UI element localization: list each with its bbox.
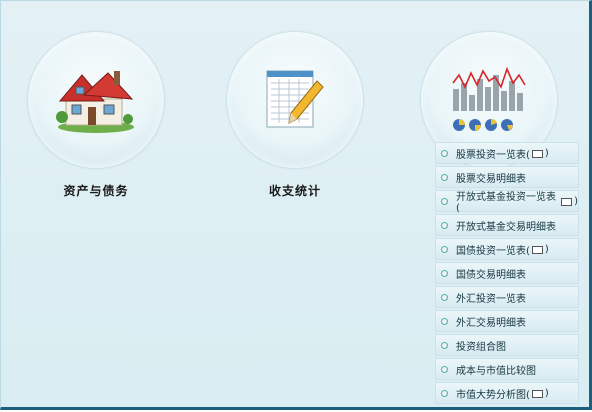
menu-item-label: 国债交易明细表 — [456, 269, 526, 281]
bullet-icon — [441, 293, 448, 301]
investment-menu: 股票投资一览表( ) 股票交易明细表 开放式基金投资一览表( ) 开放式基金交易… — [435, 142, 579, 406]
menu-item-bond-overview[interactable]: 国债投资一览表( ) — [435, 238, 579, 260]
bullet-icon — [441, 365, 448, 373]
menu-item-label-end: ) — [544, 147, 549, 159]
bullet-icon — [441, 269, 448, 277]
menu-item-label: 股票交易明细表 — [456, 173, 526, 185]
bullet-icon — [441, 317, 448, 325]
main-panel: 资产与债务 收支统计 股票投资一览表() 股票交易明细表 开放式基金投资一览表… — [0, 0, 592, 410]
house-icon — [56, 71, 134, 133]
mail-icon — [531, 390, 543, 398]
assets-debts-bubble[interactable] — [28, 32, 164, 168]
mail-icon — [531, 150, 543, 158]
menu-item-stock-overview[interactable]: 股票投资一览表( ) — [435, 142, 579, 164]
bullet-icon — [441, 197, 448, 205]
menu-item-label: 股票投资一览表( — [456, 149, 530, 161]
bullet-icon — [441, 245, 448, 253]
menu-item-label-end: ) — [544, 387, 549, 399]
income-expense-label[interactable]: 收支统计 — [225, 182, 365, 199]
menu-item-label: 投资组合图 — [456, 341, 506, 353]
menu-item-portfolio-chart[interactable]: 投资组合图 — [435, 334, 579, 356]
stock-chart-icon — [452, 66, 526, 131]
menu-item-label: 外汇投资一览表 — [456, 293, 526, 305]
bullet-icon — [441, 149, 448, 157]
notepad-pencil-icon — [266, 70, 324, 128]
mail-icon — [561, 198, 573, 206]
menu-item-label: 成本与市值比较图 — [456, 365, 536, 377]
menu-item-cost-vs-value-chart[interactable]: 成本与市值比较图 — [435, 358, 579, 380]
menu-item-label-end: ) — [574, 195, 578, 207]
menu-item-stock-trades[interactable]: 股票交易明细表 — [435, 166, 579, 188]
menu-item-forex-overview[interactable]: 外汇投资一览表 — [435, 286, 579, 308]
menu-item-label: 外汇交易明细表 — [456, 317, 526, 329]
menu-item-fund-overview[interactable]: 开放式基金投资一览表( ) — [435, 190, 579, 214]
menu-item-label: 开放式基金交易明细表 — [456, 221, 556, 233]
assets-debts-label[interactable]: 资产与债务 — [26, 182, 166, 199]
mail-icon — [531, 246, 543, 254]
bullet-icon — [441, 173, 448, 181]
bullet-icon — [441, 341, 448, 349]
menu-item-bond-trades[interactable]: 国债交易明细表 — [435, 262, 579, 284]
bullet-icon — [441, 389, 448, 397]
bullet-icon — [441, 221, 448, 229]
menu-item-label-end: ) — [544, 243, 549, 255]
menu-item-label: 开放式基金投资一览表( — [455, 192, 556, 214]
menu-item-market-trend-chart[interactable]: 市值大势分析图( ) — [435, 382, 579, 404]
income-expense-bubble[interactable] — [227, 32, 363, 168]
menu-item-forex-trades[interactable]: 外汇交易明细表 — [435, 310, 579, 332]
menu-item-fund-trades[interactable]: 开放式基金交易明细表 — [435, 214, 579, 236]
menu-item-label: 市值大势分析图( — [456, 389, 530, 401]
menu-item-label: 国债投资一览表( — [456, 245, 530, 257]
